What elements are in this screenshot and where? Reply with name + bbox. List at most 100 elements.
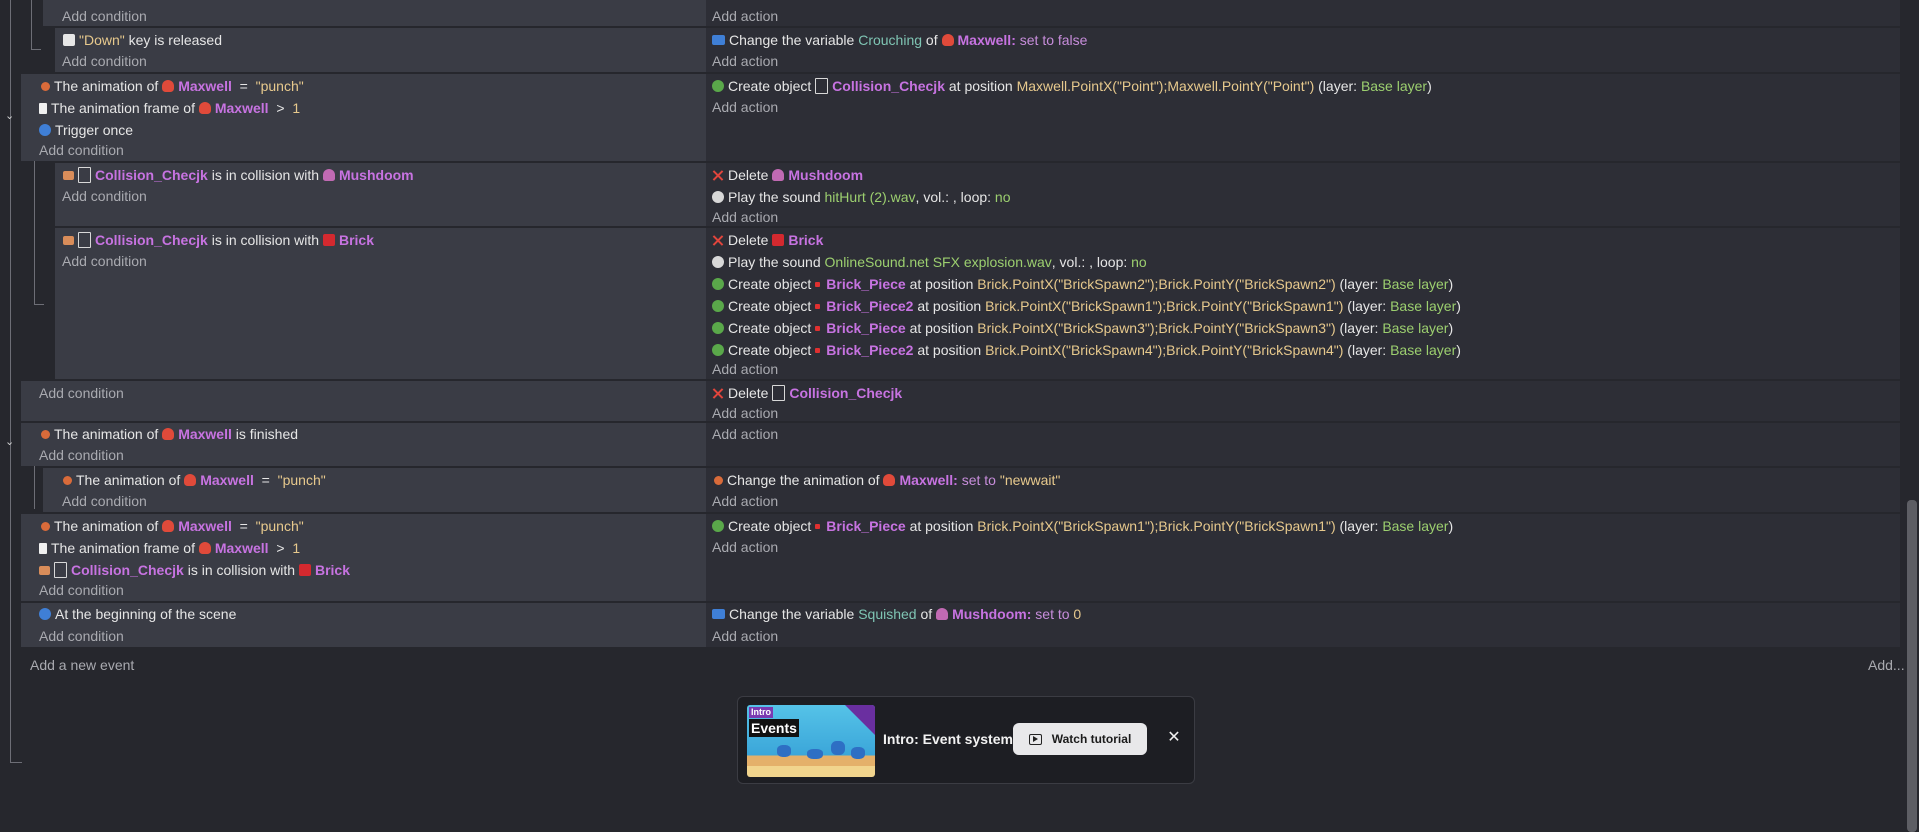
- action-change-animation[interactable]: Change the animation of Maxwell: set to …: [712, 469, 1060, 491]
- add-condition-link[interactable]: Add condition: [39, 444, 124, 466]
- condition-animation-finished[interactable]: The animation of Maxwell is finished: [39, 423, 298, 445]
- action-text: Change the animation of: [727, 472, 880, 488]
- condition-animation-frame[interactable]: The animation frame of Maxwell > 1: [39, 537, 300, 559]
- variable-name: Crouching: [858, 32, 923, 48]
- conditions-column: The animation of Maxwell = "punch" The a…: [21, 74, 706, 161]
- maxwell-object-icon: [198, 542, 211, 554]
- condition-collision[interactable]: Collision_Checjk is in collision with Br…: [63, 229, 374, 251]
- position-expression: Brick.PointX("BrickSpawn4");Brick.PointY…: [985, 342, 1344, 358]
- operator: =: [239, 518, 248, 534]
- add-condition-link[interactable]: Add condition: [62, 5, 147, 27]
- add-action-link[interactable]: Add action: [712, 490, 778, 512]
- action-create-object[interactable]: Create object Brick_Piece at position Br…: [712, 273, 1453, 295]
- action-delete[interactable]: Delete Mushdoom: [712, 164, 863, 186]
- action-play-sound[interactable]: Play the sound OnlineSound.net SFX explo…: [712, 251, 1147, 273]
- tutorial-thumbnail[interactable]: Intro Events: [747, 705, 875, 777]
- condition-collision[interactable]: Collision_Checjk is in collision with Mu…: [63, 164, 414, 186]
- add-action-link[interactable]: Add action: [712, 96, 778, 118]
- object-name: Mushdoom: [788, 167, 864, 183]
- condition-key-released[interactable]: "Down" key is released: [63, 29, 222, 51]
- object-name: Collision_Checjk: [832, 78, 945, 94]
- create-object-icon: [712, 520, 724, 532]
- add-action-link[interactable]: Add action: [712, 358, 778, 380]
- event-row[interactable]: Add condition Add action: [43, 0, 1900, 26]
- action-text: Play the sound: [728, 189, 821, 205]
- position-expression: Maxwell.PointX("Point");Maxwell.PointY("…: [1016, 78, 1315, 94]
- action-text: , vol.: , loop:: [915, 189, 992, 205]
- event-row[interactable]: The animation of Maxwell = "punch" Add c…: [43, 468, 1900, 512]
- variable-icon: [712, 609, 725, 619]
- event-row[interactable]: Add condition Delete Collision_Checjk Ad…: [21, 381, 1900, 421]
- object-name: Maxwell: [214, 100, 269, 116]
- create-object-icon: [712, 80, 724, 92]
- add-condition-link[interactable]: Add condition: [39, 625, 124, 647]
- condition-text: is in collision with: [211, 232, 320, 248]
- add-action-link[interactable]: Add action: [712, 50, 778, 72]
- thumbnail-title: Events: [749, 719, 799, 737]
- event-row[interactable]: The animation of Maxwell = "punch" The a…: [21, 514, 1900, 601]
- tutorial-title: Intro: Event system: [883, 731, 1013, 747]
- add-action-link[interactable]: Add action: [712, 402, 778, 424]
- action-text: Play the sound: [728, 254, 821, 270]
- add-action-link[interactable]: Add action: [712, 206, 778, 228]
- collapse-chevron-icon[interactable]: ⌄: [5, 435, 14, 448]
- collapse-chevron-icon[interactable]: ⌄: [5, 109, 14, 122]
- add-condition-link[interactable]: Add condition: [39, 382, 124, 404]
- condition-animation[interactable]: The animation of Maxwell = "punch": [39, 75, 304, 97]
- condition-animation[interactable]: The animation of Maxwell = "punch": [61, 469, 326, 491]
- sound-file: hitHurt (2).wav: [824, 189, 916, 205]
- brick-object-icon: [298, 564, 311, 576]
- action-create-object[interactable]: Create object Brick_Piece2 at position B…: [712, 295, 1461, 317]
- frame-icon: [39, 102, 47, 114]
- condition-scene-start[interactable]: At the beginning of the scene: [39, 603, 236, 625]
- action-text: ): [1427, 78, 1432, 94]
- add-condition-link[interactable]: Add condition: [39, 579, 124, 601]
- action-change-variable[interactable]: Change the variable Squished of Mushdoom…: [712, 603, 1081, 625]
- maxwell-object-icon: [162, 428, 175, 440]
- actions-column: Change the animation of Maxwell: set to …: [706, 468, 1900, 512]
- action-text: Create object: [728, 298, 812, 314]
- object-name: Maxwell: [178, 78, 232, 94]
- event-row[interactable]: "Down" key is released Add condition Cha…: [55, 28, 1900, 72]
- action-create-object[interactable]: Create object Collision_Checjk at positi…: [712, 75, 1432, 97]
- condition-trigger-once[interactable]: Trigger once: [39, 119, 133, 141]
- action-create-object[interactable]: Create object Brick_Piece at position Br…: [712, 515, 1453, 537]
- condition-text: The animation of: [76, 472, 181, 488]
- action-text: ): [1448, 518, 1454, 534]
- add-condition-link[interactable]: Add condition: [62, 50, 147, 72]
- action-create-object[interactable]: Create object Brick_Piece2 at position B…: [712, 339, 1461, 361]
- action-text: at position: [917, 342, 982, 358]
- add-condition-link[interactable]: Add condition: [62, 490, 147, 512]
- event-row[interactable]: Collision_Checjk is in collision with Mu…: [55, 163, 1900, 226]
- action-delete[interactable]: Delete Brick: [712, 229, 823, 251]
- event-row[interactable]: The animation of Maxwell is finished Add…: [21, 423, 1900, 466]
- condition-collision[interactable]: Collision_Checjk is in collision with Br…: [39, 559, 350, 581]
- add-action-link[interactable]: Add action: [712, 625, 778, 647]
- condition-animation[interactable]: The animation of Maxwell = "punch": [39, 515, 304, 537]
- frame-icon: [39, 542, 47, 554]
- action-create-object[interactable]: Create object Brick_Piece at position Br…: [712, 317, 1453, 339]
- add-condition-link[interactable]: Add condition: [62, 185, 147, 207]
- action-text: (layer:: [1347, 298, 1387, 314]
- event-row[interactable]: Collision_Checjk is in collision with Br…: [55, 228, 1900, 379]
- action-change-variable[interactable]: Change the variable Crouching of Maxwell…: [712, 29, 1087, 51]
- add-action-link[interactable]: Add action: [712, 536, 778, 558]
- add-new-event-button[interactable]: Add a new event: [30, 657, 134, 673]
- add-action-link[interactable]: Add action: [712, 5, 778, 27]
- operator: >: [276, 100, 285, 116]
- event-row[interactable]: The animation of Maxwell = "punch" The a…: [21, 74, 1900, 161]
- close-icon[interactable]: ✕: [1165, 729, 1183, 747]
- watch-tutorial-button[interactable]: Watch tutorial: [1013, 723, 1147, 755]
- keyboard-icon: [63, 34, 75, 46]
- add-more-button[interactable]: Add...: [1868, 657, 1905, 673]
- event-row[interactable]: At the beginning of the scene Add condit…: [21, 603, 1900, 647]
- add-condition-link[interactable]: Add condition: [62, 250, 147, 272]
- value: "punch": [255, 518, 304, 534]
- scrollbar-thumb[interactable]: [1907, 500, 1917, 832]
- add-condition-link[interactable]: Add condition: [39, 139, 124, 161]
- condition-animation-frame[interactable]: The animation frame of Maxwell > 1: [39, 97, 300, 119]
- action-text: Change the variable: [729, 606, 855, 622]
- add-action-link[interactable]: Add action: [712, 423, 778, 445]
- action-play-sound[interactable]: Play the sound hitHurt (2).wav , vol.: ,…: [712, 186, 1011, 208]
- action-delete[interactable]: Delete Collision_Checjk: [712, 382, 902, 404]
